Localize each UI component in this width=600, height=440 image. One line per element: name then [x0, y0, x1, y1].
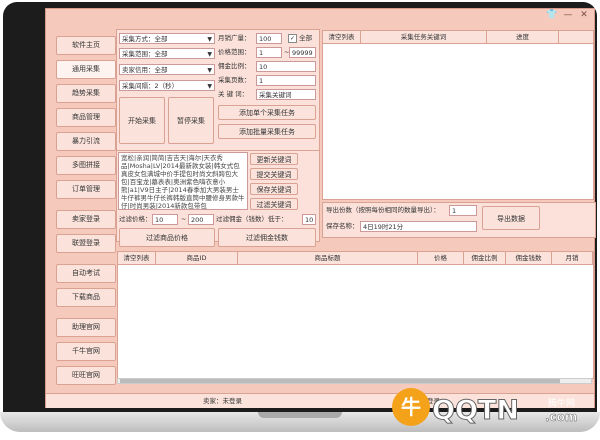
minimize-icon[interactable]: — — [562, 10, 574, 21]
all-checkbox[interactable]: ✓ 全部 — [288, 33, 312, 44]
chevron-down-icon: ▼ — [207, 67, 212, 74]
laptop-base-notch — [258, 412, 342, 418]
chevron-down-icon: ▼ — [207, 36, 212, 43]
sidebar-item-wangwang-site[interactable]: 旺旺官网 — [56, 366, 116, 385]
checkbox-icon: ✓ — [288, 33, 297, 43]
pause-collect-button[interactable]: 暂停采集 — [168, 97, 214, 144]
task-table: 清空列表 采集任务关键词 进度 — [322, 30, 594, 200]
filter-price-min-input[interactable]: 10 — [152, 214, 178, 225]
seller-credit-select[interactable]: 卖家信用：全部 ▼ — [119, 64, 215, 75]
sidebar-item-download[interactable]: 下载商品 — [56, 288, 116, 307]
title-bar: 👕 — ✕ — [46, 9, 594, 23]
monthly-sales-input[interactable]: 100 — [256, 33, 282, 44]
sidebar-item-product-manage[interactable]: 商品管理 — [56, 108, 116, 127]
start-collect-button[interactable]: 开始采集 — [119, 97, 165, 144]
sidebar-item-qianniu-site[interactable]: 千牛官网 — [56, 342, 116, 361]
export-filename-label: 保存名称： — [326, 222, 359, 230]
app-window: 👕 — ✕ 软件主页 通用采集 趋势采集 商品管理 暴力引流 多图拼接 订单管理… — [45, 8, 596, 408]
export-count-label: 导出份数（按照每份相同的数量导出）： — [326, 206, 440, 214]
price-min-input[interactable]: 1 — [256, 47, 282, 58]
filter-commission-label: 过滤佣金（钱数）低于： — [216, 215, 288, 223]
all-checkbox-label: 全部 — [299, 34, 313, 42]
task-progress-column-header: 进度 — [487, 31, 559, 43]
sidebar-item-auto-exam[interactable]: 自动考试 — [56, 264, 116, 283]
pages-label: 采集页数： — [218, 76, 251, 84]
keyword-label: 关 键 词： — [218, 90, 249, 98]
sidebar-item-image-merge[interactable]: 多图拼接 — [56, 156, 116, 175]
submit-keywords-button[interactable]: 提交关键词 — [250, 168, 298, 180]
filter-price-button[interactable]: 过滤商品价格 — [119, 228, 215, 247]
product-table: 清空列表 商品ID 商品标题 价格 佣金比例 佣金钱数 月销 — [117, 251, 594, 379]
watermark-site: 腾牛网 — [548, 399, 576, 409]
add-batch-task-button[interactable]: 添加批量采集任务 — [218, 124, 316, 139]
commission-label: 佣金比例： — [218, 62, 251, 70]
task-table-header: 清空列表 采集任务关键词 进度 — [323, 31, 593, 44]
seller-status: 卖家：未登录 — [203, 397, 242, 405]
range-select-value: 采集范围：全部 — [122, 50, 168, 58]
monthly-sales-column-header: 月销 — [552, 252, 593, 264]
sidebar-item-assistant-site[interactable]: 助理官网 — [56, 318, 116, 337]
product-title-column-header: 商品标题 — [238, 252, 418, 264]
filter-price-separator: ~ — [181, 215, 187, 223]
filter-price-label: 过滤价格： — [119, 215, 152, 223]
sidebar-item-general-collect[interactable]: 通用采集 — [56, 60, 116, 79]
seller-credit-select-value: 卖家信用：全部 — [122, 66, 168, 74]
product-table-scrollbar[interactable] — [117, 378, 592, 384]
chevron-down-icon: ▼ — [207, 83, 212, 90]
product-id-column-header: 商品ID — [156, 252, 238, 264]
watermark-brand: QQTN — [432, 395, 520, 427]
mode-select-value: 采集方式：全部 — [122, 35, 168, 43]
scrollbar-thumb[interactable] — [120, 379, 560, 383]
sidebar-item-home[interactable]: 软件主页 — [56, 36, 116, 55]
watermark-domain: .com — [545, 410, 578, 425]
keyword-input[interactable]: 采集关键词 — [256, 89, 316, 100]
save-keywords-button[interactable]: 保存关键词 — [250, 183, 298, 195]
mode-select[interactable]: 采集方式：全部 ▼ — [119, 33, 215, 44]
filter-keywords-button[interactable]: 过滤关键词 — [250, 198, 298, 210]
sidebar-item-alliance-login[interactable]: 联盟登录 — [56, 234, 116, 253]
monthly-sales-label: 月销广量： — [218, 34, 251, 42]
close-icon[interactable]: ✕ — [578, 10, 590, 21]
task-keyword-column-header: 采集任务关键词 — [361, 31, 487, 43]
commission-input[interactable]: 10 — [256, 61, 316, 72]
commission-amount-column-header: 佣金钱数 — [506, 252, 552, 264]
sidebar-item-trend-collect[interactable]: 趋势采集 — [56, 84, 116, 103]
filter-price-max-input[interactable]: 200 — [188, 214, 214, 225]
clear-product-list-button[interactable]: 清空列表 — [118, 252, 156, 264]
update-keywords-button[interactable]: 更新关键词 — [250, 153, 298, 165]
price-max-input[interactable]: 99999 — [289, 47, 316, 58]
add-single-task-button[interactable]: 添加单个采集任务 — [218, 105, 316, 120]
export-filename-input[interactable]: 4日19时21分 — [360, 221, 477, 232]
interval-select-value: 采集间隔：2（秒） — [122, 82, 179, 90]
filter-commission-input[interactable]: 10 — [302, 214, 316, 225]
sidebar-item-orders[interactable]: 订单管理 — [56, 180, 116, 199]
shirt-icon[interactable]: 👕 — [546, 10, 558, 21]
laptop-frame: 👕 — ✕ 软件主页 通用采集 趋势采集 商品管理 暴力引流 多图拼接 订单管理… — [0, 0, 600, 440]
interval-select[interactable]: 采集间隔：2（秒） ▼ — [119, 80, 215, 91]
bull-logo-icon: 牛 — [392, 388, 430, 426]
range-select[interactable]: 采集范围：全部 ▼ — [119, 48, 215, 59]
keywords-textarea[interactable]: 宽松|亲润|简简|吉吉天|海尔|天衣秀品|Mosha|LV|2014最新款女装|… — [118, 152, 248, 210]
sidebar-item-traffic[interactable]: 暴力引流 — [56, 132, 116, 151]
commission-rate-column-header: 佣金比例 — [464, 252, 506, 264]
filter-commission-button[interactable]: 过滤佣金钱数 — [218, 228, 316, 247]
clear-task-list-button[interactable]: 清空列表 — [323, 31, 361, 43]
price-range-label: 价格范围： — [218, 48, 251, 56]
pages-input[interactable]: 1 — [256, 75, 316, 86]
sidebar-item-seller-login[interactable]: 卖家登录 — [56, 210, 116, 229]
chevron-down-icon: ▼ — [207, 51, 212, 58]
price-column-header: 价格 — [418, 252, 464, 264]
product-table-header: 清空列表 商品ID 商品标题 价格 佣金比例 佣金钱数 月销 — [118, 252, 593, 265]
export-count-input[interactable]: 1 — [449, 205, 477, 216]
export-data-button[interactable]: 导出数据 — [482, 206, 540, 230]
